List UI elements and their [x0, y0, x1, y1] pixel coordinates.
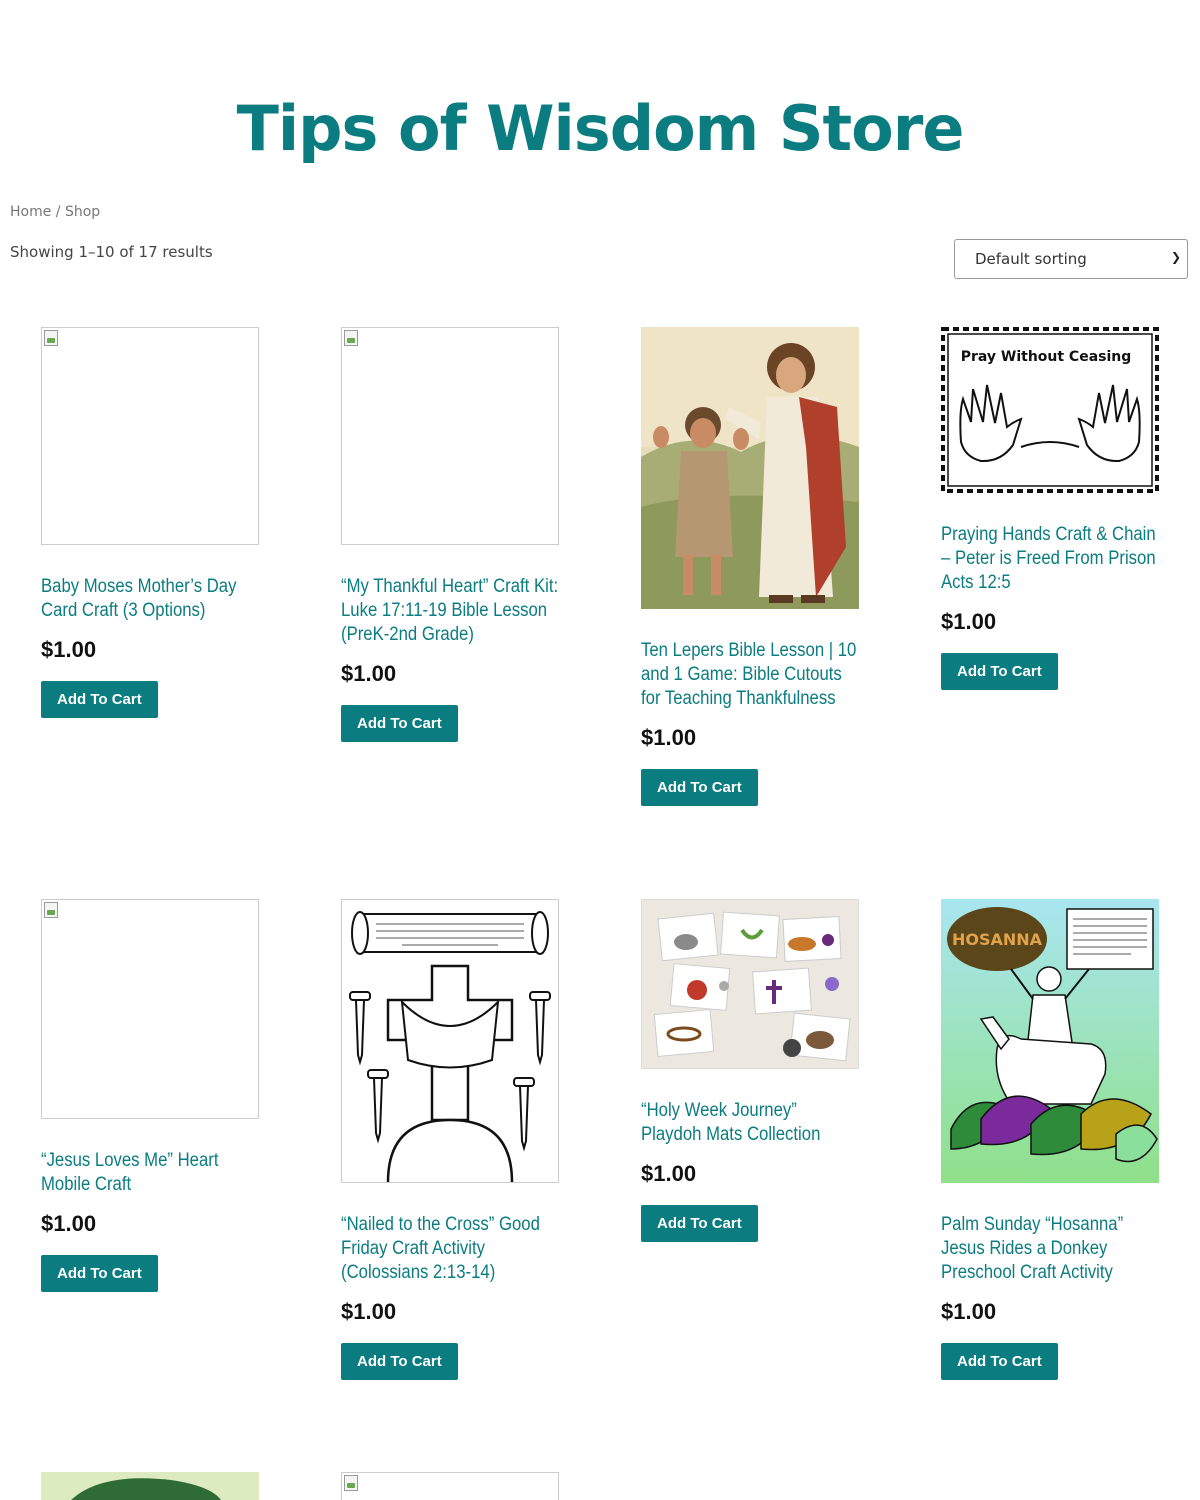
product-image-placeholder[interactable] [341, 327, 559, 545]
add-to-cart-button[interactable]: Add To Cart [941, 653, 1058, 690]
product-title-link[interactable]: “Holy Week Journey” Playdoh Mats Collect… [641, 1099, 861, 1147]
product-card: Baby Moses Mother’s Day Card Craft (3 Op… [41, 327, 271, 718]
product-title-link[interactable]: “My Thankful Heart” Craft Kit: Luke 17:1… [341, 575, 561, 647]
product-image[interactable]: Pray Without Ceasing [941, 327, 1159, 493]
product-card: “Nailed to the Cross” Good Friday Craft … [341, 899, 571, 1380]
product-card: Pray Without Ceasing Praying Hands Craft… [941, 327, 1171, 690]
product-image-placeholder[interactable] [41, 899, 259, 1119]
jesus-healing-leper-illustration [641, 327, 859, 609]
site-title: Tips of Wisdom Store [236, 92, 965, 165]
product-price: $1.00 [941, 1299, 997, 1324]
product-image-placeholder[interactable] [341, 1472, 559, 1500]
add-to-cart-button[interactable]: Add To Cart [641, 769, 758, 806]
product-card [41, 1472, 271, 1500]
product-title-link[interactable]: Palm Sunday “Hosanna” Jesus Rides a Donk… [941, 1213, 1161, 1285]
product-title-link[interactable]: “Jesus Loves Me” Heart Mobile Craft [41, 1149, 261, 1197]
add-to-cart-button[interactable]: Add To Cart [641, 1205, 758, 1242]
product-card: Ten Lepers Bible Lesson | 10 and 1 Game:… [641, 327, 871, 806]
add-to-cart-button[interactable]: Add To Cart [341, 705, 458, 742]
product-image[interactable] [41, 1472, 259, 1500]
product-image[interactable]: HOSANNA [941, 899, 1159, 1183]
product-image[interactable] [641, 327, 859, 609]
broken-image-icon [344, 330, 358, 346]
breadcrumb-current: Shop [64, 204, 101, 220]
product-title-link[interactable]: Ten Lepers Bible Lesson | 10 and 1 Game:… [641, 639, 861, 711]
product-card: “My Thankful Heart” Craft Kit: Luke 17:1… [341, 327, 571, 742]
breadcrumb-home-link[interactable]: Home [10, 204, 51, 220]
product-card: “Holy Week Journey” Playdoh Mats Collect… [641, 899, 871, 1242]
broken-image-icon [344, 1475, 358, 1491]
product-title-link[interactable]: Baby Moses Mother’s Day Card Craft (3 Op… [41, 575, 261, 623]
product-image[interactable] [641, 899, 859, 1069]
praying-hands-worksheet-image: Pray Without Ceasing [941, 327, 1159, 493]
sorting-select[interactable]: Default sorting ❯ [954, 239, 1188, 279]
broken-image-icon [44, 902, 58, 918]
breadcrumb: Home / Shop [10, 204, 100, 220]
product-price: $1.00 [941, 609, 997, 634]
product-image-placeholder[interactable] [41, 327, 259, 545]
broken-image-icon [44, 330, 58, 346]
product-price: $1.00 [41, 1211, 97, 1236]
breadcrumb-separator: / [55, 204, 61, 220]
product-card: “Jesus Loves Me” Heart Mobile Craft $1.0… [41, 899, 271, 1292]
worksheet-heading: Pray Without Ceasing [961, 349, 1132, 365]
chevron-down-icon: ❯ [1170, 250, 1181, 264]
product-image[interactable] [341, 899, 559, 1183]
green-craft-image [41, 1472, 259, 1500]
hosanna-donkey-craft-image: HOSANNA [941, 899, 1159, 1183]
product-price: $1.00 [341, 661, 397, 686]
product-title-link[interactable]: “Nailed to the Cross” Good Friday Craft … [341, 1213, 561, 1285]
hosanna-label: HOSANNA [952, 930, 1043, 949]
add-to-cart-button[interactable]: Add To Cart [41, 681, 158, 718]
sorting-selected-value: Default sorting [975, 250, 1087, 268]
product-price: $1.00 [341, 1299, 397, 1324]
product-card: HOSANNA Palm Sunday “Hosanna” Jesus Ride… [941, 899, 1171, 1380]
result-count: Showing 1–10 of 17 results [10, 243, 213, 261]
add-to-cart-button[interactable]: Add To Cart [341, 1343, 458, 1380]
playdoh-mats-collage-image [642, 900, 858, 1068]
add-to-cart-button[interactable]: Add To Cart [41, 1255, 158, 1292]
product-price: $1.00 [641, 725, 697, 750]
add-to-cart-button[interactable]: Add To Cart [941, 1343, 1058, 1380]
product-price: $1.00 [641, 1161, 697, 1186]
product-card [341, 1472, 571, 1500]
product-title-link[interactable]: Praying Hands Craft & Chain – Peter is F… [941, 523, 1161, 595]
product-price: $1.00 [41, 637, 97, 662]
cross-coloring-page-image [342, 900, 558, 1182]
